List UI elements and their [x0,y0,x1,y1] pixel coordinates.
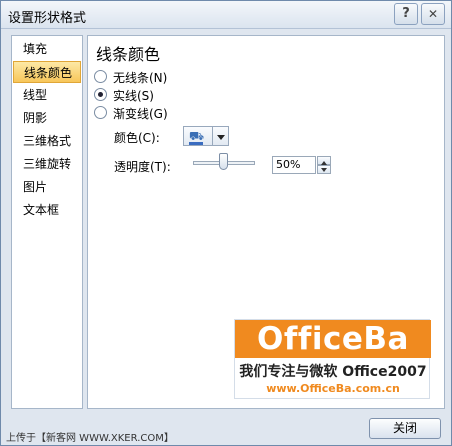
panel-title: 线条颜色 [96,45,161,64]
spin-up-button[interactable] [317,156,331,165]
nav-item-3d-rotation[interactable]: 三维旋转 [13,153,81,175]
nav-item-text-box[interactable]: 文本框 [13,199,81,221]
gradient-line-label: 渐变线(G) [113,107,168,121]
nav-item-fill[interactable]: 填充 [13,38,81,60]
radio-no-line[interactable] [94,70,107,83]
radio-gradient-line[interactable] [94,106,107,119]
nav-item-picture[interactable]: 图片 [13,176,81,198]
officeba-watermark: OfficeBa 我们专注与微软 Office2007 www.OfficeBa… [234,319,431,399]
nav-item-line-style[interactable]: 线型 [13,84,81,106]
no-line-label: 无线条(N) [113,71,168,85]
color-label: 颜色(C): [114,131,160,145]
format-shape-dialog: 设置形状格式 ? ✕ 填充 线条颜色 线型 阴影 三维格式 三维旋转 图片 文本… [0,0,452,446]
transparency-input[interactable]: 50% [272,156,316,174]
nav-item-line-color[interactable]: 线条颜色 [13,61,81,83]
dialog-title: 设置形状格式 [8,11,87,26]
transparency-slider-thumb[interactable] [219,153,228,170]
watermark-url: www.OfficeBa.com.cn [266,382,400,395]
line-color-panel: 线条颜色 无线条(N) 实线(S) 渐变线(G) 颜色(C): ⛟ 透明度(T)… [87,35,445,409]
close-button[interactable]: 关闭 [369,418,441,439]
title-bar[interactable]: 设置形状格式 ? ✕ [1,1,451,29]
help-button[interactable]: ? [394,3,418,25]
nav-item-3d-format[interactable]: 三维格式 [13,130,81,152]
line-color-button[interactable]: ⛟ [183,126,213,146]
radio-solid-line[interactable] [94,88,107,101]
close-window-button[interactable]: ✕ [421,3,445,25]
upload-credit: 上传于【新客网 WWW.XKER.COM】 [6,433,174,444]
spin-down-button[interactable] [317,165,331,174]
solid-line-label: 实线(S) [113,89,154,103]
color-swatch [189,142,203,145]
officeba-logo: OfficeBa [235,320,431,358]
transparency-label: 透明度(T): [114,160,171,174]
watermark-slogan: 我们专注与微软 Office2007 [239,364,427,380]
category-list: 填充 线条颜色 线型 阴影 三维格式 三维旋转 图片 文本框 [11,35,83,409]
nav-item-shadow[interactable]: 阴影 [13,107,81,129]
chevron-down-icon[interactable] [213,126,229,146]
